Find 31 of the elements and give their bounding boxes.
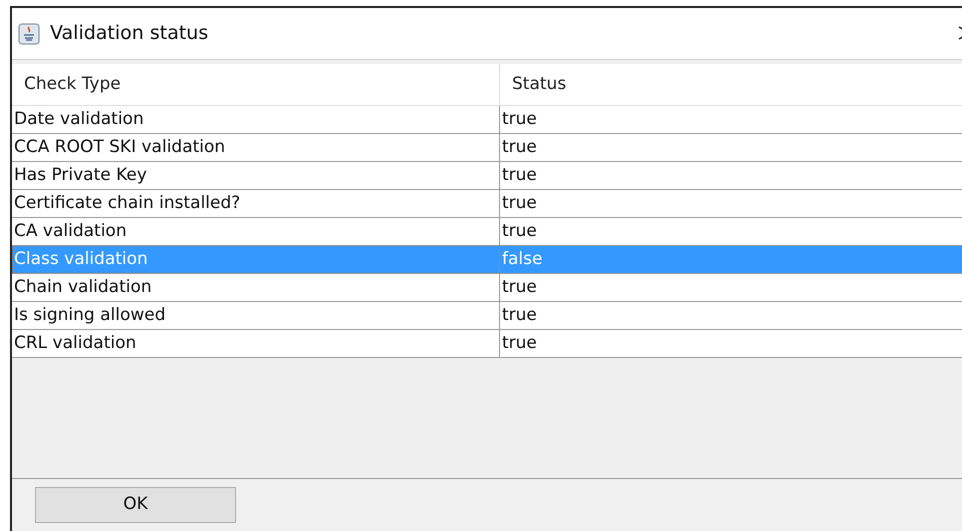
- table-cell-text: true: [501, 192, 538, 215]
- table-row[interactable]: Is signing allowed true: [12, 302, 962, 330]
- table-cell-text: true: [501, 276, 538, 299]
- table-cell-text: false: [501, 248, 544, 271]
- table-cell: Certificate chain installed?: [12, 190, 500, 217]
- table-cell: Is signing allowed: [12, 302, 500, 329]
- table-row[interactable]: Has Private Key true: [12, 162, 962, 190]
- table-cell: CCA ROOT SKI validation: [12, 134, 500, 161]
- table-cell-text: true: [501, 164, 538, 187]
- table-row[interactable]: CRL validation true: [12, 330, 962, 358]
- table-row[interactable]: Certificate chain installed? true: [12, 190, 962, 218]
- table-cell: Class validation: [12, 246, 500, 273]
- table-cell-text: true: [501, 304, 538, 327]
- table-cell-text: true: [501, 136, 538, 159]
- ok-button[interactable]: OK: [35, 487, 236, 523]
- table-row[interactable]: CA validation true: [12, 218, 962, 246]
- column-header[interactable]: Status: [500, 64, 962, 105]
- window-title: Validation status: [50, 21, 208, 46]
- table-row[interactable]: CCA ROOT SKI validation true: [12, 134, 962, 162]
- app-icon: [18, 22, 40, 44]
- table-cell: CA validation: [12, 218, 500, 245]
- table-row[interactable]: Chain validation true: [12, 274, 962, 302]
- table-cell: Date validation: [12, 106, 500, 133]
- table-cell: Chain validation: [12, 274, 500, 301]
- table-cell: Has Private Key: [12, 162, 500, 189]
- table-cell-text: true: [501, 220, 538, 243]
- table-cell: CRL validation: [12, 330, 500, 357]
- table-row[interactable]: Date validation true: [12, 106, 962, 134]
- column-header[interactable]: Check Type: [12, 64, 500, 105]
- table-cell-text: true: [501, 108, 538, 131]
- table-cell-text: true: [501, 332, 538, 355]
